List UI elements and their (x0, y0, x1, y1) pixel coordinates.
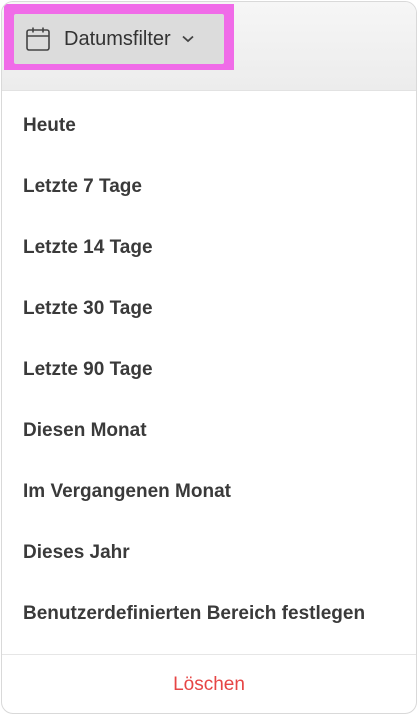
dropdown-header: Datumsfilter (2, 2, 416, 91)
option-last-month[interactable]: Im Vergangenen Monat (2, 461, 416, 522)
option-this-month[interactable]: Diesen Monat (2, 400, 416, 461)
calendar-icon (24, 25, 52, 53)
clear-button[interactable]: Löschen (2, 655, 416, 713)
option-last-30-days[interactable]: Letzte 30 Tage (2, 278, 416, 339)
date-range-options: Heute Letzte 7 Tage Letzte 14 Tage Letzt… (2, 95, 416, 644)
date-filter-label: Datumsfilter (64, 27, 171, 50)
trigger-highlight: Datumsfilter (4, 4, 234, 70)
date-filter-dropdown: Datumsfilter Heute Letzte 7 Tage Letzte … (1, 1, 417, 714)
option-last-14-days[interactable]: Letzte 14 Tage (2, 217, 416, 278)
option-custom-range[interactable]: Benutzerdefinierten Bereich festlegen (2, 583, 416, 644)
option-this-year[interactable]: Dieses Jahr (2, 522, 416, 583)
chevron-down-icon (181, 32, 195, 46)
option-today[interactable]: Heute (2, 95, 416, 156)
option-last-90-days[interactable]: Letzte 90 Tage (2, 339, 416, 400)
date-filter-button[interactable]: Datumsfilter (14, 14, 224, 64)
option-last-7-days[interactable]: Letzte 7 Tage (2, 156, 416, 217)
